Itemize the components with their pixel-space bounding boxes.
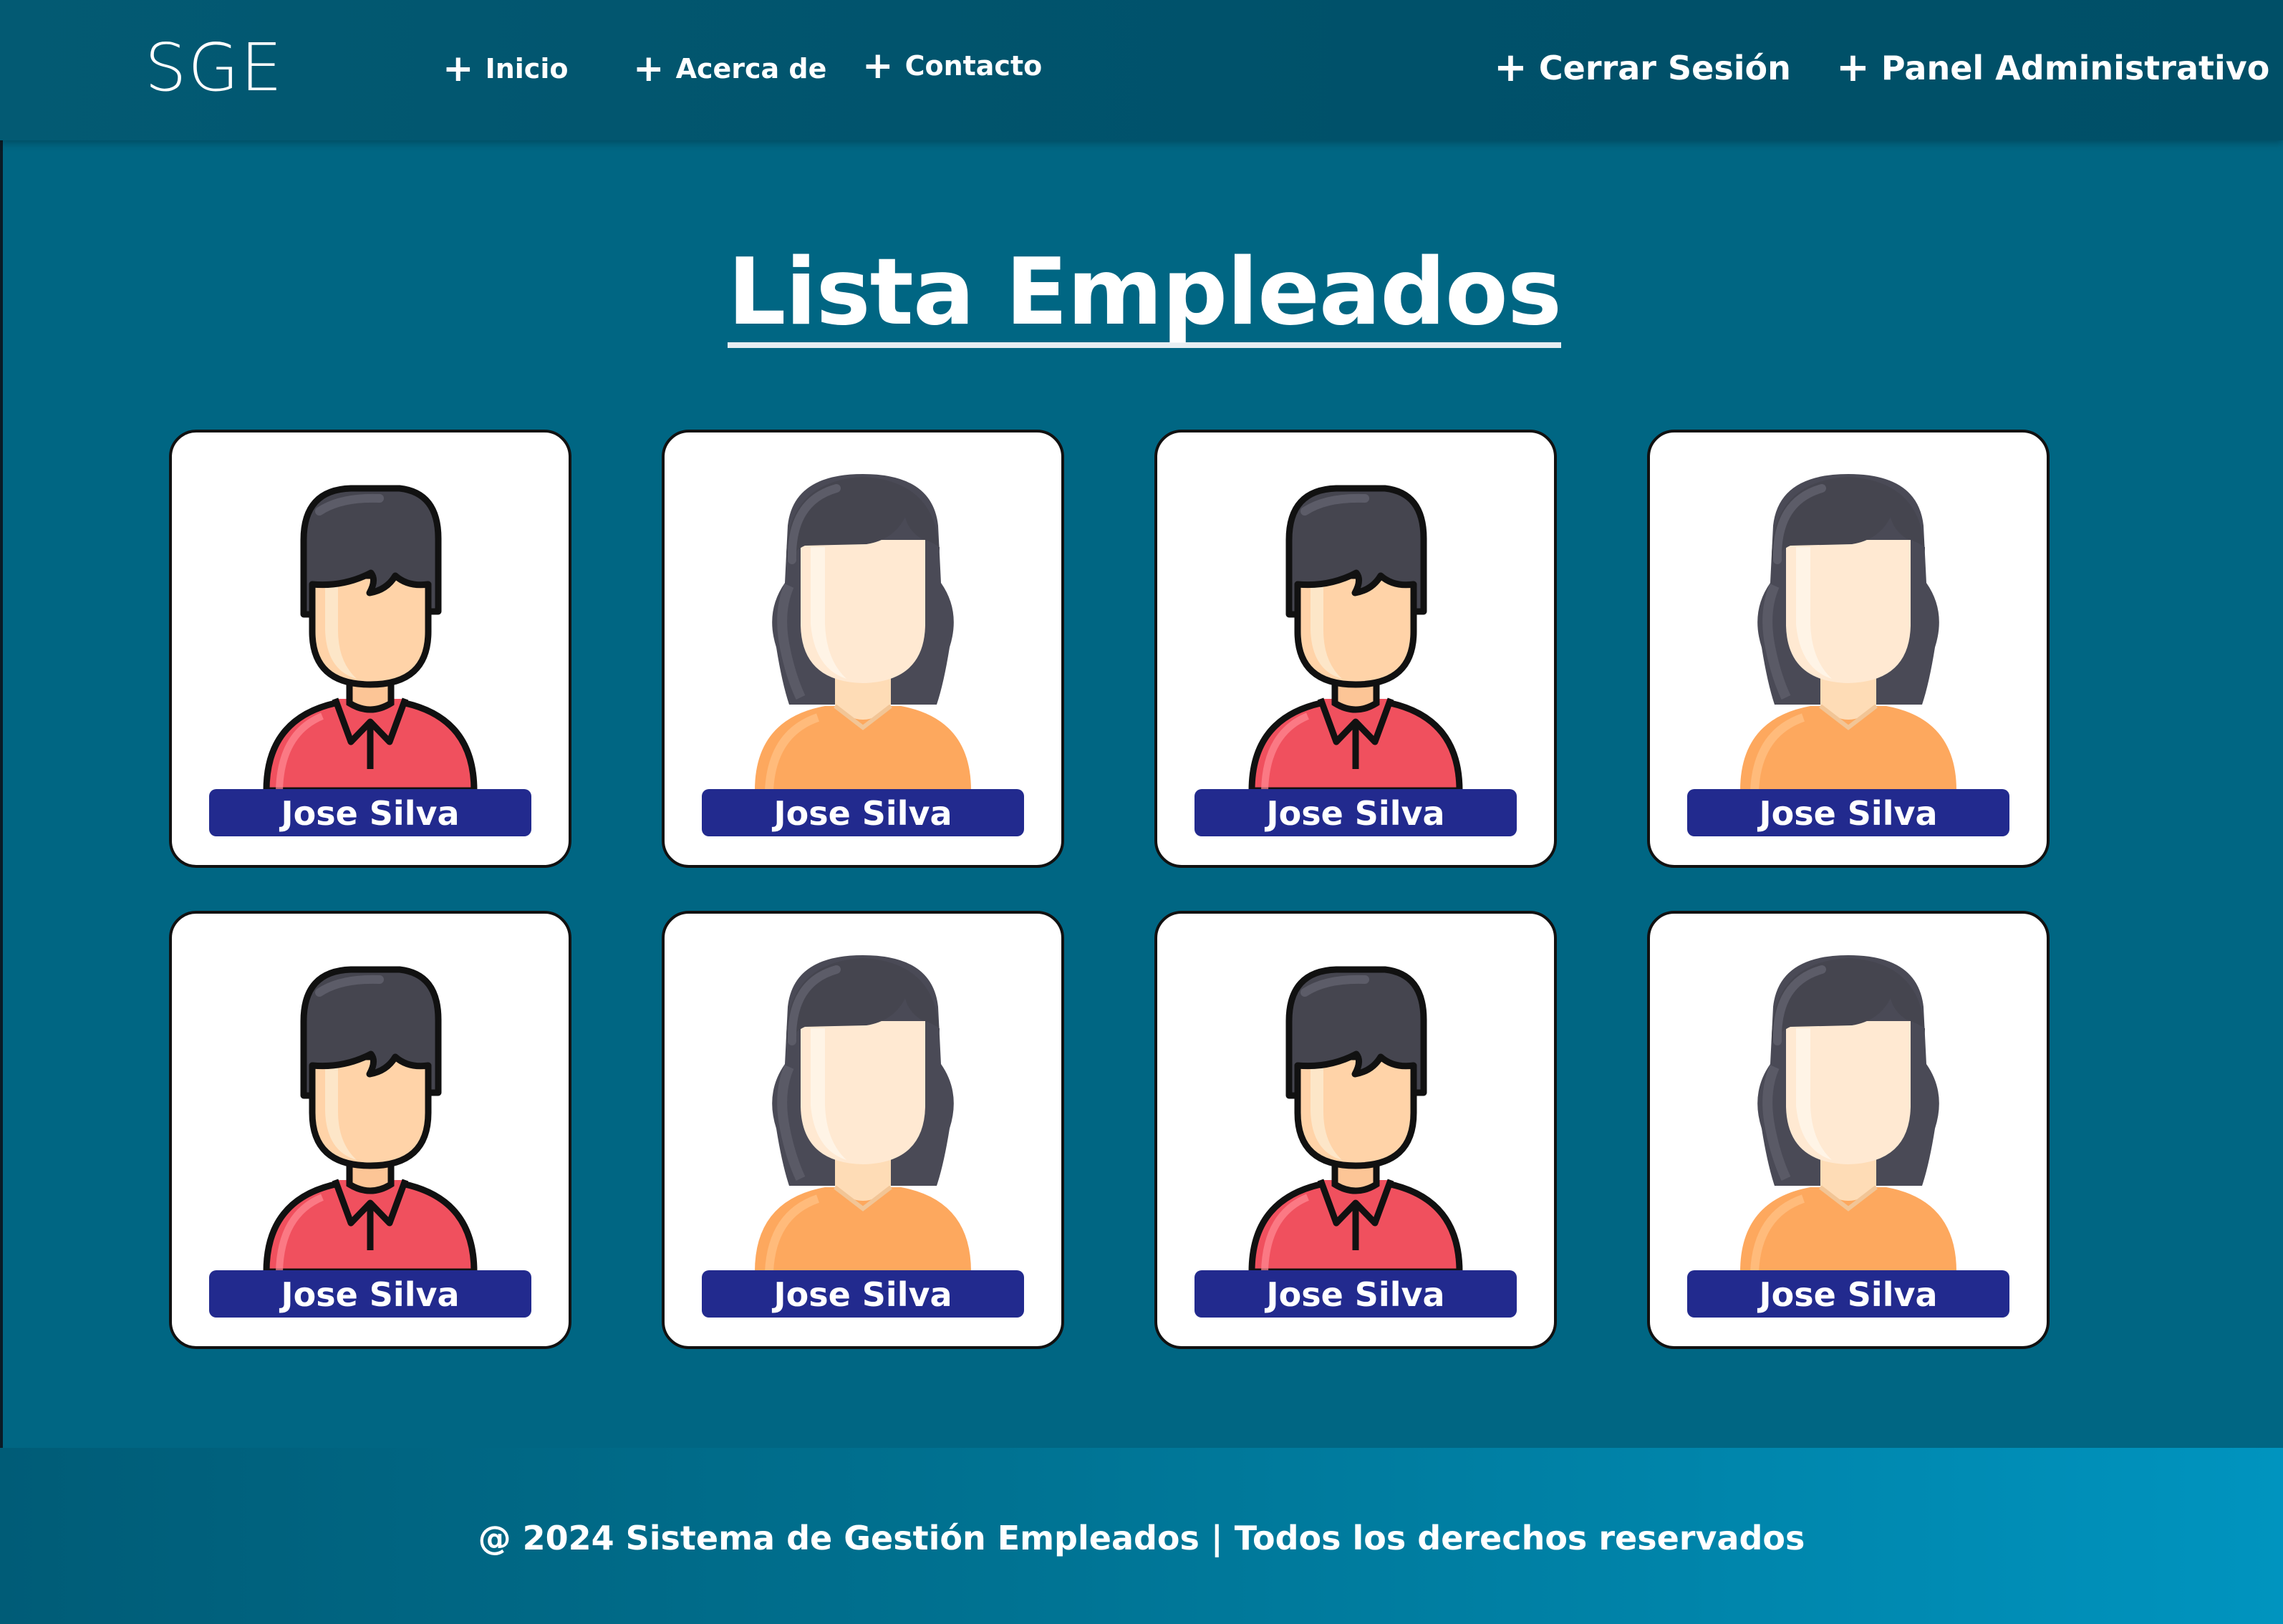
plus-icon: + xyxy=(1494,44,1527,91)
plus-icon: + xyxy=(443,47,474,90)
nav-acerca-de[interactable]: + Acerca de xyxy=(633,47,826,90)
employee-card[interactable]: Jose Silva xyxy=(1154,911,1557,1349)
employee-card[interactable]: Jose Silva xyxy=(662,911,1064,1349)
employee-name: Jose Silva xyxy=(209,1270,531,1318)
employee-name: Jose Silva xyxy=(209,789,531,836)
employee-card[interactable]: Jose Silva xyxy=(1647,430,2050,868)
plus-icon: + xyxy=(862,44,894,87)
employee-name: Jose Silva xyxy=(1687,1270,2009,1318)
nav-inicio[interactable]: + Inicio xyxy=(443,47,568,90)
employee-card[interactable]: Jose Silva xyxy=(662,430,1064,868)
employee-card[interactable]: Jose Silva xyxy=(169,911,571,1349)
employee-name: Jose Silva xyxy=(1194,1270,1517,1318)
nav-panel-administrativo[interactable]: + Panel Administrativo xyxy=(1836,44,2269,91)
employee-card[interactable]: Jose Silva xyxy=(1154,430,1557,868)
top-navbar: SGE + Inicio + Acerca de + Contacto + Ce… xyxy=(0,0,2283,140)
employee-name: Jose Silva xyxy=(702,789,1024,836)
nav-panel-administrativo-label: Panel Administrativo xyxy=(1881,48,2270,87)
main-content: Lista Empleados Jose Silva Jose Silva Jo… xyxy=(0,140,2283,1448)
nav-inicio-label: Inicio xyxy=(485,53,569,84)
nav-cerrar-sesion-label: Cerrar Sesión xyxy=(1538,48,1791,87)
brand-logo[interactable]: SGE xyxy=(145,29,284,107)
page-title-text: Lista Empleados xyxy=(728,246,1562,348)
employee-name: Jose Silva xyxy=(702,1270,1024,1318)
nav-contacto[interactable]: + Contacto xyxy=(862,44,1042,87)
nav-acerca-de-label: Acerca de xyxy=(675,53,827,84)
employee-card[interactable]: Jose Silva xyxy=(1647,911,2050,1349)
page-title: Lista Empleados xyxy=(3,239,2283,348)
footer: @ 2024 Sistema de Gestión Empleados | To… xyxy=(0,1448,2283,1624)
plus-icon: + xyxy=(1836,44,1870,91)
employee-name: Jose Silva xyxy=(1194,789,1517,836)
footer-copyright: @ 2024 Sistema de Gestión Empleados | To… xyxy=(478,1519,1805,1557)
employee-card[interactable]: Jose Silva xyxy=(169,430,571,868)
employee-name: Jose Silva xyxy=(1687,789,2009,836)
nav-cerrar-sesion[interactable]: + Cerrar Sesión xyxy=(1494,44,1791,91)
nav-contacto-label: Contacto xyxy=(904,50,1043,82)
plus-icon: + xyxy=(633,47,665,90)
